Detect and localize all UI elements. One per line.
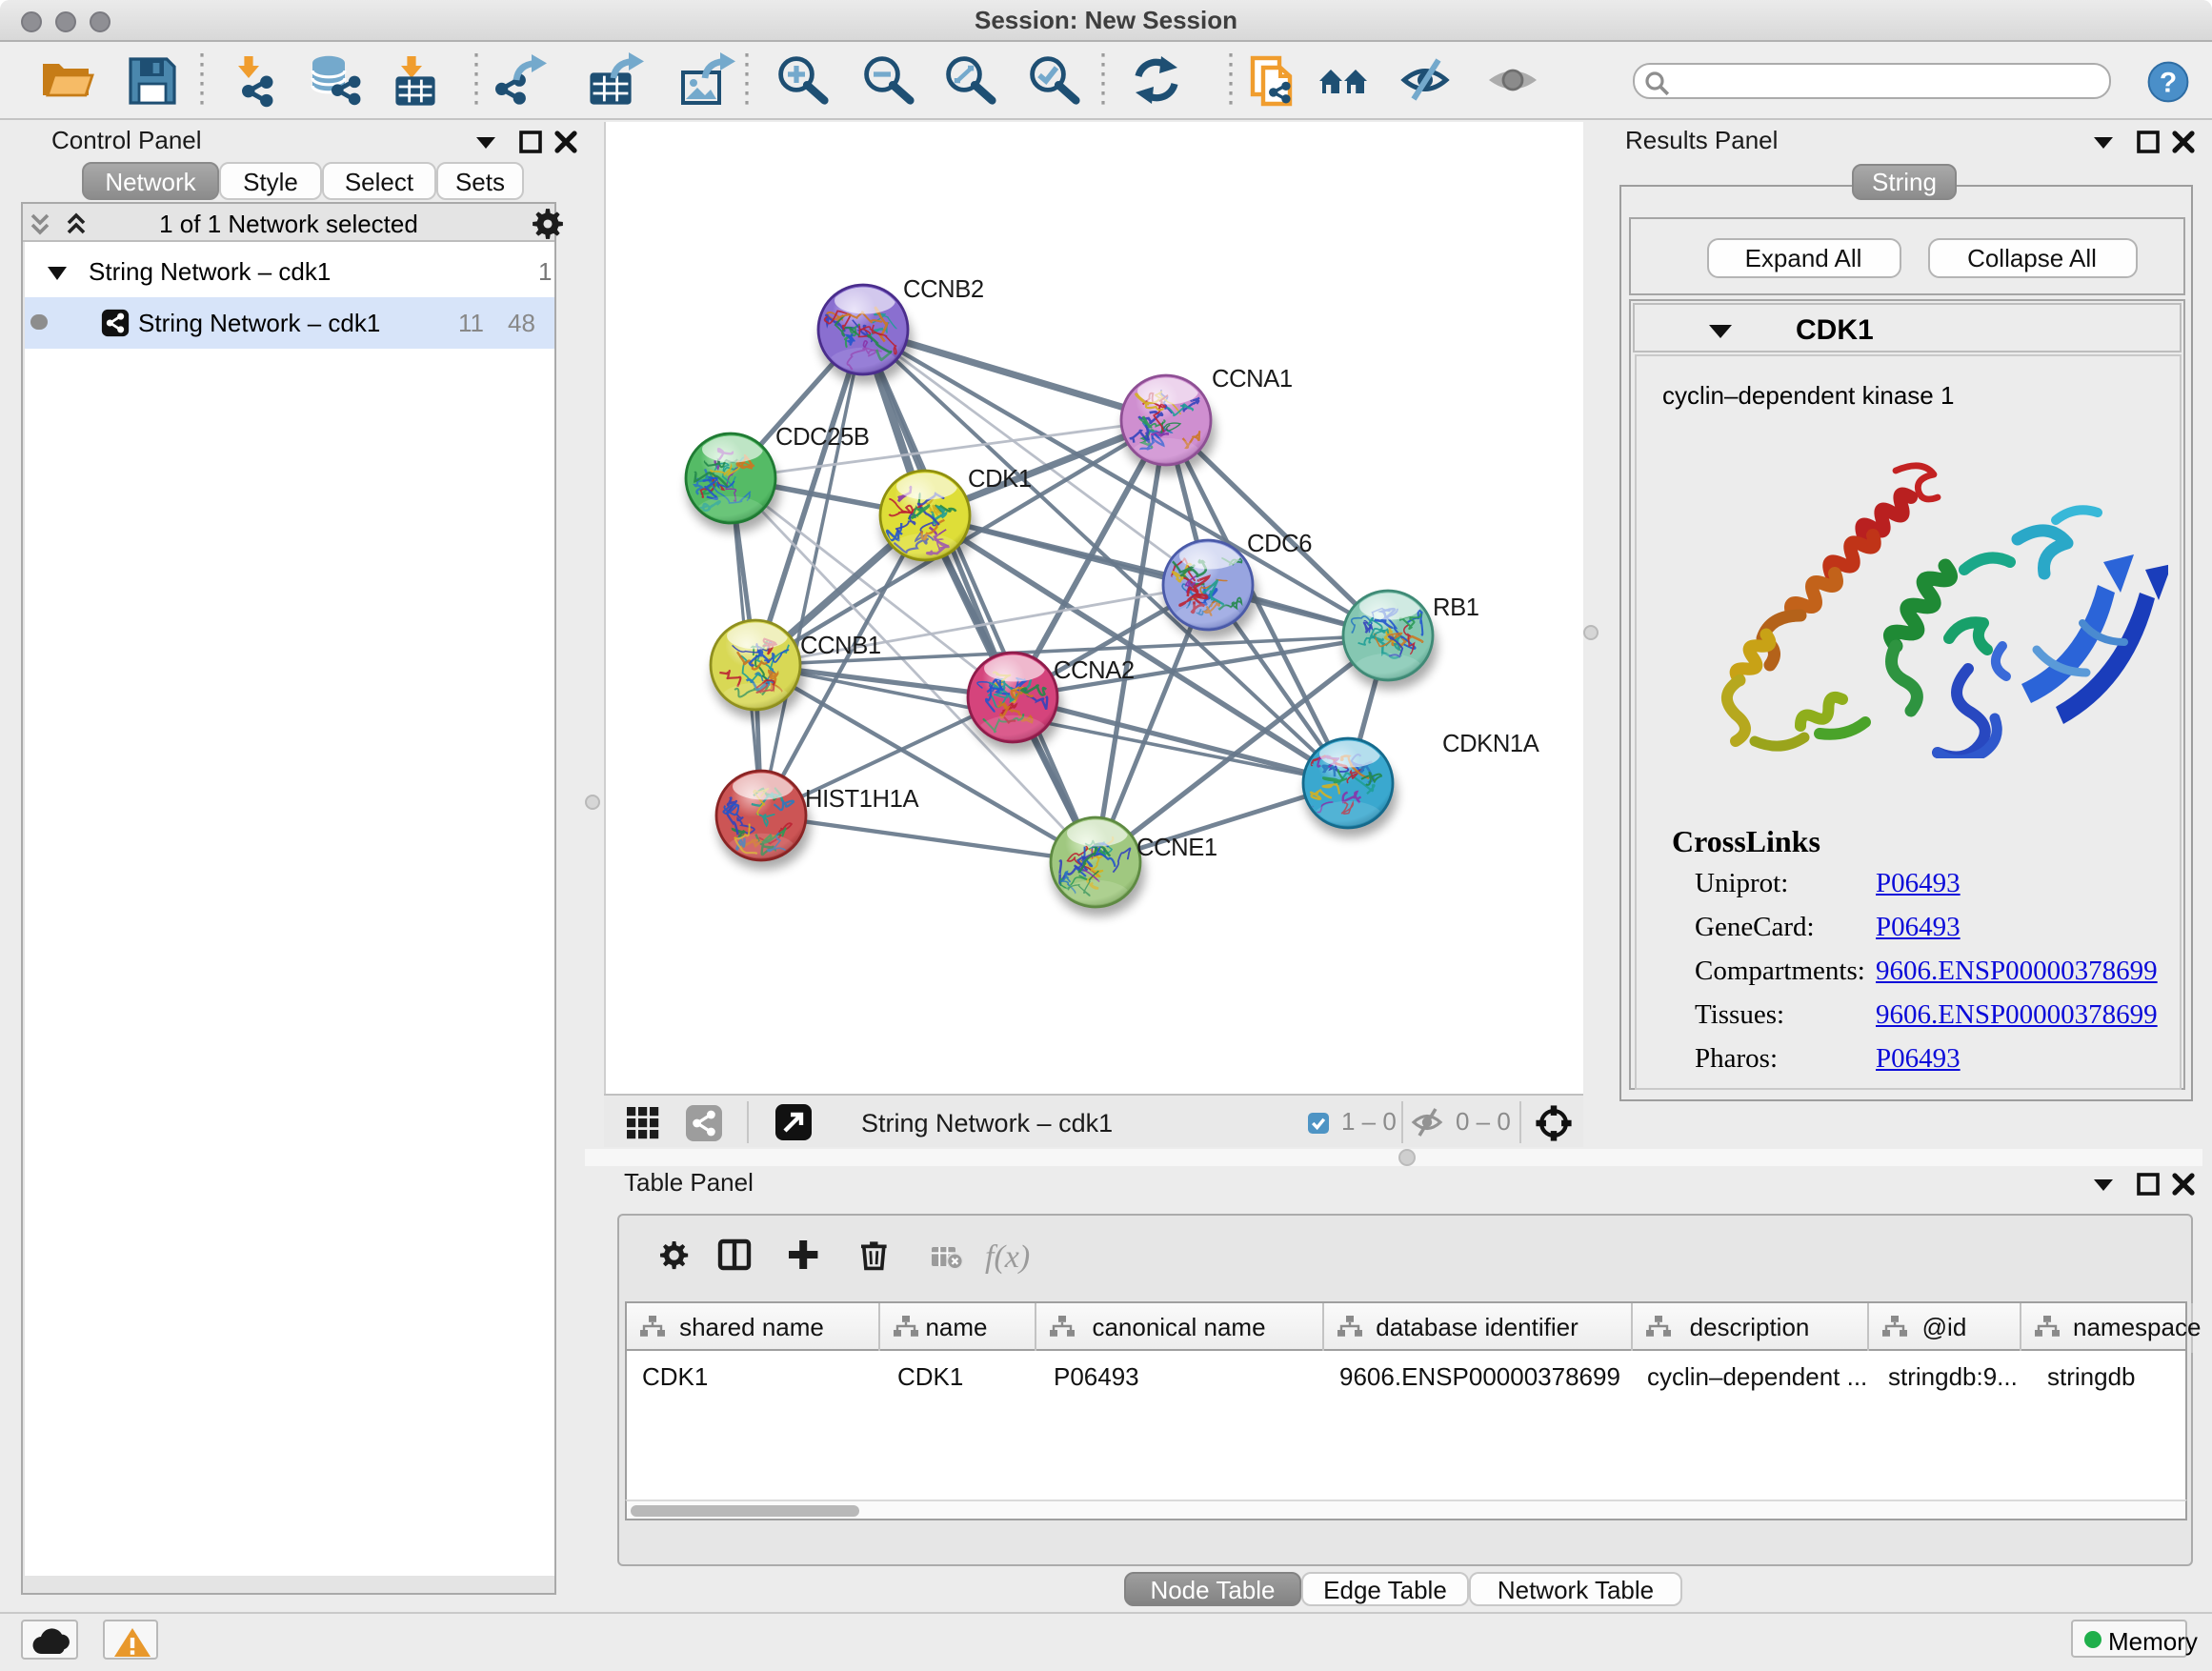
svg-text:CDKN1A: CDKN1A [1441,730,1539,756]
svg-text:CDC6: CDC6 [1246,530,1311,556]
svg-text:CCNA1: CCNA1 [1211,365,1292,392]
svg-text:1 – 0: 1 – 0 [1340,1106,1396,1135]
svg-text:HIST1H1A: HIST1H1A [804,785,918,812]
svg-text:CCNA2: CCNA2 [1053,656,1134,683]
svg-text:CCNB1: CCNB1 [799,632,880,658]
svg-text:?: ? [2160,67,2177,98]
svg-text:0 – 0: 0 – 0 [1455,1106,1510,1135]
svg-text:CCNB2: CCNB2 [902,275,983,302]
svg-text:CDK1: CDK1 [967,465,1031,492]
svg-text:CCNE1: CCNE1 [1136,834,1217,860]
svg-text:CDC25B: CDC25B [774,423,869,450]
svg-text:String Network – cdk1: String Network – cdk1 [860,1108,1112,1137]
svg-text:RB1: RB1 [1432,594,1478,620]
svg-text:f(x): f(x) [984,1239,1029,1275]
